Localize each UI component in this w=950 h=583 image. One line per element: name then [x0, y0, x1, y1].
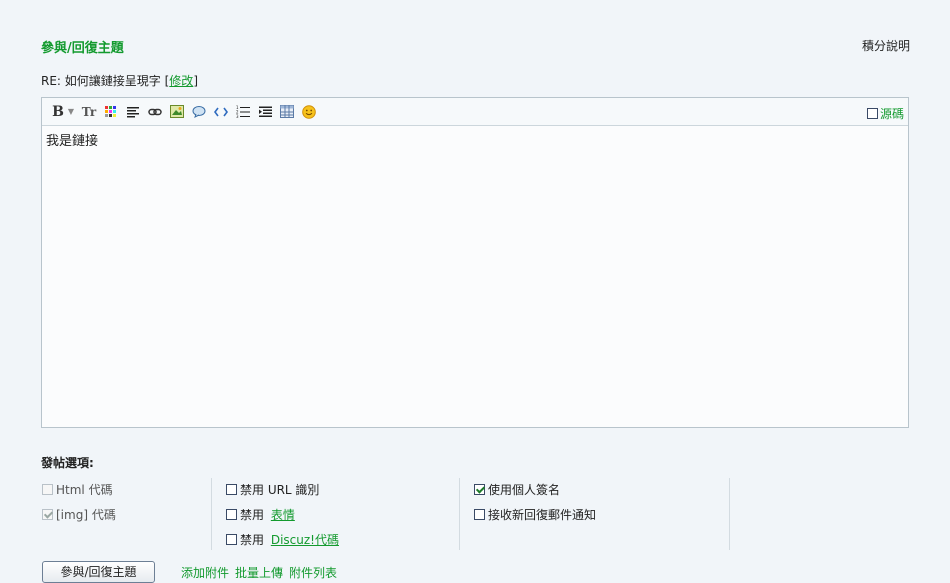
- smilies-link[interactable]: 表情: [271, 506, 295, 523]
- options-divider-3: [729, 478, 730, 550]
- disable-smilies-label: 禁用: [240, 508, 268, 522]
- options-column-2: 禁用 URL 識別 禁用 表情 禁用 Discuz!代碼: [226, 477, 339, 552]
- disable-discuz-checkbox[interactable]: [226, 534, 237, 545]
- email-notify-checkbox[interactable]: [474, 509, 485, 520]
- html-code-label: Html 代碼: [56, 483, 113, 497]
- table-icon[interactable]: [279, 104, 295, 120]
- indent-icon[interactable]: [257, 104, 273, 120]
- editor-body[interactable]: 我是鏈接: [42, 126, 908, 153]
- align-icon[interactable]: [125, 104, 141, 120]
- smiley-icon[interactable]: [301, 104, 317, 120]
- bold-icon[interactable]: B: [50, 104, 66, 120]
- page-title: 參與/回復主題: [41, 41, 124, 56]
- option-html-code: Html 代碼: [42, 477, 116, 502]
- submit-reply-button[interactable]: 參與/回復主題: [42, 561, 155, 583]
- img-code-label: [img] 代碼: [56, 508, 116, 522]
- color-palette-icon[interactable]: [103, 104, 119, 120]
- options-divider-1: [211, 478, 212, 550]
- options-divider-2: [459, 478, 460, 550]
- disable-url-checkbox[interactable]: [226, 484, 237, 495]
- subject-text: RE: 如何讓鏈接呈現字: [41, 74, 161, 88]
- option-use-signature[interactable]: 使用個人簽名: [474, 477, 596, 502]
- source-mode-checkbox[interactable]: [866, 108, 878, 119]
- attachment-links: 添加附件 批量上傳 附件列表: [181, 564, 343, 581]
- subject-line: RE: 如何讓鏈接呈現字 [修改]: [41, 72, 198, 89]
- attachment-list-link[interactable]: 附件列表: [289, 566, 337, 580]
- add-attachment-link[interactable]: 添加附件: [181, 566, 229, 580]
- code-icon[interactable]: [213, 104, 229, 120]
- option-disable-url[interactable]: 禁用 URL 識別: [226, 477, 339, 502]
- quote-icon[interactable]: [191, 104, 207, 120]
- email-notify-label: 接收新回復郵件通知: [488, 508, 597, 522]
- option-img-code: [img] 代碼: [42, 502, 116, 527]
- credit-help-link[interactable]: 積分說明: [862, 37, 910, 54]
- post-options-title: 發帖選項:: [41, 456, 94, 470]
- ordered-list-icon[interactable]: 123: [235, 104, 251, 120]
- html-code-checkbox: [42, 484, 53, 495]
- editor: B ▼ Tr 123 源碼 我是鏈接: [41, 97, 909, 428]
- editor-toolbar: B ▼ Tr 123 源碼: [42, 98, 908, 126]
- option-email-notify[interactable]: 接收新回復郵件通知: [474, 502, 596, 527]
- image-icon[interactable]: [169, 104, 185, 120]
- use-signature-checkbox[interactable]: [474, 484, 485, 495]
- options-column-3: 使用個人簽名 接收新回復郵件通知: [474, 477, 596, 527]
- disable-smilies-checkbox[interactable]: [226, 509, 237, 520]
- source-mode-label: 源碼: [879, 107, 904, 121]
- bracket-close: ]: [193, 74, 198, 88]
- chevron-down-icon[interactable]: ▼: [67, 104, 75, 120]
- options-column-1: Html 代碼 [img] 代碼: [42, 477, 116, 527]
- link-icon[interactable]: [147, 104, 163, 120]
- disable-discuz-label: 禁用: [240, 533, 268, 547]
- source-mode-toggle[interactable]: 源碼: [866, 105, 904, 122]
- font-size-icon[interactable]: Tr: [81, 104, 97, 120]
- edit-subject-link[interactable]: 修改: [169, 74, 193, 88]
- batch-upload-link[interactable]: 批量上傳: [235, 566, 283, 580]
- discuz-code-link[interactable]: Discuz!代碼: [271, 531, 339, 548]
- img-code-checkbox: [42, 509, 53, 520]
- disable-url-label: 禁用 URL 識別: [240, 483, 320, 497]
- use-signature-label: 使用個人簽名: [488, 483, 561, 497]
- svg-text:3: 3: [236, 114, 239, 118]
- option-disable-smilies[interactable]: 禁用 表情: [226, 502, 339, 527]
- option-disable-discuz-code[interactable]: 禁用 Discuz!代碼: [226, 527, 339, 552]
